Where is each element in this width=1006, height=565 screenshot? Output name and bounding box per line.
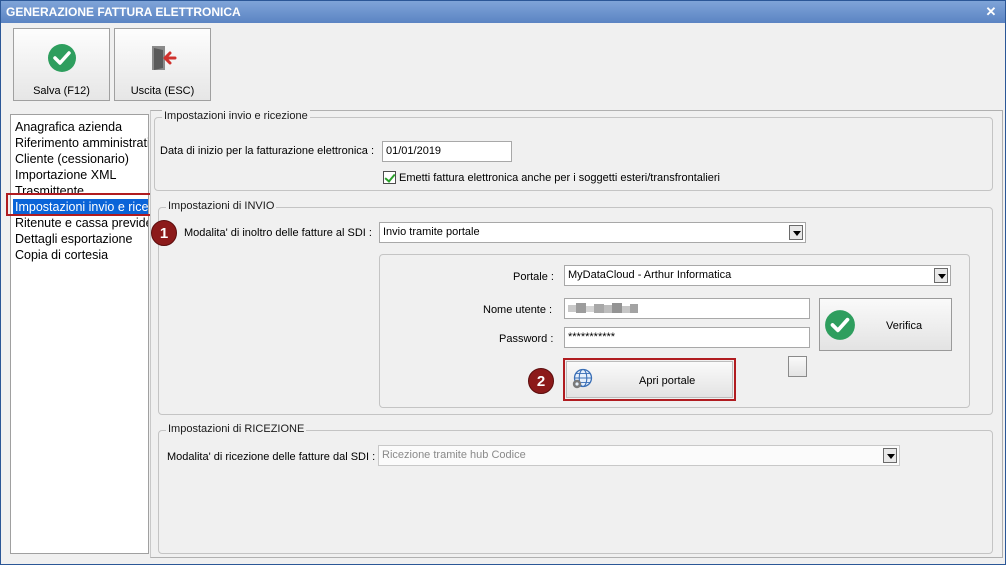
invio-group-title: Impostazioni di INVIO: [166, 200, 277, 212]
exit-button-label: Uscita (ESC): [130, 85, 195, 97]
check-circle-icon: [825, 310, 855, 340]
send-mode-select[interactable]: Invio tramite portale: [379, 222, 806, 243]
send-mode-value: Invio tramite portale: [383, 226, 480, 238]
selected-item-highlight: [6, 193, 153, 216]
exit-door-icon: [152, 46, 177, 70]
nav-item-importazione-xml[interactable]: Importazione XML: [15, 167, 116, 183]
nav-item-dettagli-esportazione[interactable]: Dettagli esportazione: [15, 231, 132, 247]
step-badge-1: 1: [151, 220, 177, 246]
blurred-username-image: [568, 303, 638, 313]
receive-mode-value: Ricezione tramite hub Codice: [382, 449, 526, 461]
check-circle-icon: [48, 44, 76, 72]
username-label: Nome utente :: [483, 304, 553, 316]
chevron-down-icon[interactable]: [789, 225, 803, 240]
chevron-down-icon[interactable]: [883, 448, 897, 463]
password-field[interactable]: ***********: [564, 327, 810, 348]
receive-mode-label: Modalita' di ricezione delle fatture dal…: [167, 451, 376, 463]
globe-gear-icon: [572, 368, 593, 389]
step-badge-2: 2: [528, 368, 554, 394]
chevron-down-icon[interactable]: [934, 268, 948, 283]
section-list[interactable]: Anagrafica azienda Riferimento amministr…: [10, 114, 149, 554]
nav-item-copia-cortesia[interactable]: Copia di cortesia: [15, 247, 108, 263]
small-square-button[interactable]: [788, 356, 807, 377]
general-group-title: Impostazioni invio e ricezione: [162, 110, 310, 122]
portal-select[interactable]: MyDataCloud - Arthur Informatica: [564, 265, 951, 286]
verify-button[interactable]: Verifica: [819, 298, 952, 351]
close-icon[interactable]: ✕: [983, 1, 999, 23]
exit-button[interactable]: Uscita (ESC): [114, 28, 211, 101]
password-label: Password :: [499, 333, 554, 345]
receive-mode-select[interactable]: Ricezione tramite hub Codice: [378, 445, 900, 466]
open-portal-label: Apri portale: [639, 375, 696, 387]
title-bar: GENERAZIONE FATTURA ELETTRONICA ✕: [1, 1, 1005, 23]
foreign-invoice-checkbox[interactable]: [383, 171, 396, 184]
username-field[interactable]: [564, 298, 810, 319]
save-button-label: Salva (F12): [33, 85, 90, 97]
nav-item-anagrafica[interactable]: Anagrafica azienda: [15, 119, 122, 135]
ricezione-group-title: Impostazioni di RICEZIONE: [166, 423, 307, 435]
nav-item-cliente[interactable]: Cliente (cessionario): [15, 151, 129, 167]
nav-item-ritenute[interactable]: Ritenute e cassa previdenziale: [15, 215, 148, 231]
open-portal-button[interactable]: Apri portale: [566, 361, 733, 398]
foreign-invoice-label: Emetti fattura elettronica anche per i s…: [399, 172, 720, 184]
send-mode-label: Modalita' di inoltro delle fatture al SD…: [184, 227, 372, 239]
verify-button-label: Verifica: [886, 320, 923, 332]
start-date-label: Data di inizio per la fatturazione elett…: [160, 145, 375, 157]
main-window: GENERAZIONE FATTURA ELETTRONICA ✕ Salva …: [0, 0, 1006, 565]
portal-value: MyDataCloud - Arthur Informatica: [568, 269, 732, 281]
save-button[interactable]: Salva (F12): [13, 28, 110, 101]
window-title: GENERAZIONE FATTURA ELETTRONICA: [6, 5, 241, 19]
start-date-field[interactable]: 01/01/2019: [382, 141, 512, 162]
nav-item-riferimento[interactable]: Riferimento amministrativo: [15, 135, 148, 151]
portal-label: Portale :: [513, 271, 554, 283]
